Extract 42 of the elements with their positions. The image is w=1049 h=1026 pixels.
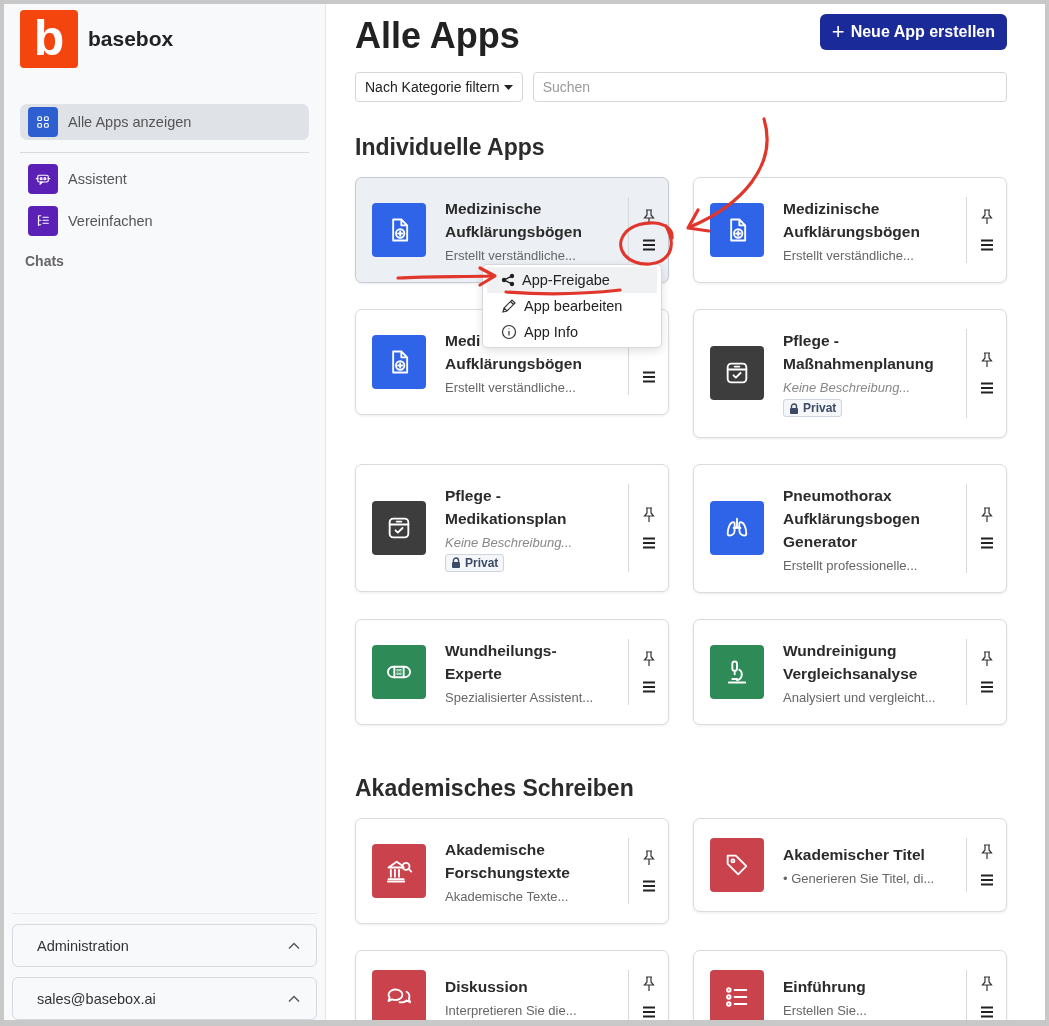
app-description: Spezialisierter Assistent... [445, 689, 595, 705]
app-title: Pflege - [445, 485, 501, 506]
app-description: Erstellt professionelle... [783, 557, 919, 573]
app-title: Forschungstexte [445, 862, 570, 883]
section-heading: Individuelle Apps [355, 134, 546, 161]
app-title: Wundreinigung [783, 640, 897, 661]
app-description: Erstellt verständliche... [445, 380, 577, 395]
app-title: Einführung [783, 977, 866, 997]
app-title: Medikationsplan [445, 508, 567, 529]
app-title: Aufklärungsbogen [783, 508, 920, 529]
app-title: Aufklärungsbögen [445, 222, 582, 242]
app-title: Vergleichsanalyse [783, 663, 918, 684]
private-badge: Privat [783, 399, 843, 417]
app-title: Medizinische [445, 199, 542, 219]
app-description: Analysiert und vergleicht... [783, 689, 937, 705]
app-title: Experte [445, 663, 502, 684]
app-title: Wundheilungs- [445, 640, 557, 661]
app-description: Erstellen Sie... [783, 1003, 868, 1018]
app-title: Medi [445, 331, 481, 351]
app-description: Interpretieren Sie die... [445, 1003, 578, 1018]
app-description: Erstellt verständliche... [783, 248, 915, 263]
app-description: Erstellt verständliche... [445, 248, 577, 263]
app-title: Medizinische [783, 199, 880, 219]
logo: b [20, 10, 78, 68]
section-heading: Chats [25, 253, 65, 269]
app-title: Aufklärungsbögen [783, 222, 920, 242]
page-title: Alle Apps [355, 14, 520, 58]
section-heading: Akademisches Schreiben [355, 774, 635, 802]
app-title: Diskussion [445, 977, 528, 997]
private-badge: Privat [445, 553, 505, 572]
app-title: Generator [783, 531, 858, 552]
app-title: Pneumothorax [783, 485, 892, 506]
app-title: Akademische [445, 839, 545, 860]
app-description: • Generieren Sie Titel, di... [783, 871, 936, 886]
app-title: Maßnahmenplanung [783, 354, 934, 374]
brand-name: basebox [88, 27, 174, 51]
app-description: Akademische Texte... [445, 888, 570, 904]
app-description: Keine Beschreibung... [445, 534, 574, 550]
app-title: Aufklärungsbögen [445, 354, 582, 374]
app-title: Pflege - [783, 331, 839, 351]
app-description: Keine Beschreibung... [783, 380, 912, 395]
app-title: Akademischer Titel [783, 845, 925, 865]
